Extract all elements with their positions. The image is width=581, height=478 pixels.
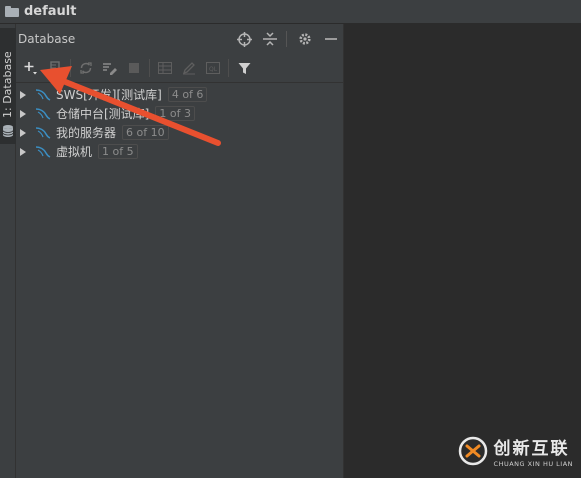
watermark-text: 创新互联 CHUANG XIN HU LIAN xyxy=(494,434,573,468)
schema-count-badge: 1 of 3 xyxy=(155,106,195,121)
database-panel: Database QL SWS[开发][测试库] 4 of 6 仓储中台[测试库… xyxy=(16,24,344,478)
watermark-en: CHUANG XIN HU LIAN xyxy=(493,460,573,468)
tool-window-strip: 1: Database xyxy=(0,24,16,478)
title-bar: default xyxy=(0,0,581,24)
gear-icon[interactable] xyxy=(297,31,313,47)
properties-icon[interactable] xyxy=(101,59,119,77)
stop-icon[interactable] xyxy=(125,59,143,77)
add-icon[interactable] xyxy=(22,59,40,77)
svg-text:QL: QL xyxy=(209,66,218,73)
filter-icon[interactable] xyxy=(235,59,253,77)
panel-header: Database xyxy=(16,24,343,54)
datasource-name: 仓储中台[测试库] xyxy=(56,107,150,121)
tree-node[interactable]: 我的服务器 6 of 10 xyxy=(16,123,343,142)
table-icon[interactable] xyxy=(156,59,174,77)
database-tool-tab[interactable]: 1: Database xyxy=(0,28,16,144)
schema-count-badge: 6 of 10 xyxy=(122,125,169,140)
database-tab-label: 1: Database xyxy=(1,51,14,118)
datasource-name: 虚拟机 xyxy=(56,145,93,159)
refresh-icon[interactable] xyxy=(77,59,95,77)
brand-logo-icon xyxy=(458,436,487,466)
watermark: 创新互联 CHUANG XIN HU LIAN xyxy=(458,434,573,468)
window-title: default xyxy=(24,4,77,19)
tree-node[interactable]: SWS[开发][测试库] 4 of 6 xyxy=(16,85,343,104)
mysql-icon xyxy=(35,107,51,120)
edit-icon[interactable] xyxy=(180,59,198,77)
duplicate-icon[interactable] xyxy=(46,59,64,77)
datasource-tree: SWS[开发][测试库] 4 of 6 仓储中台[测试库] 1 of 3 我的服… xyxy=(16,83,343,161)
tree-node[interactable]: 仓储中台[测试库] 1 of 3 xyxy=(16,104,343,123)
database-icon xyxy=(2,125,14,137)
folder-icon xyxy=(5,6,19,17)
expand-arrow-icon[interactable] xyxy=(20,128,26,137)
schema-count-badge: 1 of 5 xyxy=(98,144,138,159)
toolbar-separator xyxy=(70,59,71,77)
panel-header-actions xyxy=(226,31,339,47)
header-separator xyxy=(286,31,287,47)
minimize-icon[interactable] xyxy=(323,31,339,47)
panel-toolbar: QL xyxy=(16,54,343,83)
console-icon[interactable]: QL xyxy=(204,59,222,77)
crosshair-icon[interactable] xyxy=(236,31,252,47)
datasource-name: 我的服务器 xyxy=(56,126,117,140)
schema-count-badge: 4 of 6 xyxy=(167,87,208,102)
expand-arrow-icon[interactable] xyxy=(20,109,26,118)
expand-arrow-icon[interactable] xyxy=(20,147,26,156)
toolbar-separator xyxy=(149,59,150,77)
collapse-icon[interactable] xyxy=(262,31,278,47)
mysql-icon xyxy=(35,88,51,101)
mysql-icon xyxy=(35,126,51,139)
watermark-cn: 创新互联 xyxy=(493,439,570,459)
datasource-name: SWS[开发][测试库] xyxy=(56,88,162,102)
expand-arrow-icon[interactable] xyxy=(20,90,26,99)
mysql-icon xyxy=(35,145,51,158)
panel-title: Database xyxy=(18,32,76,46)
editor-area xyxy=(344,24,581,478)
toolbar-separator xyxy=(228,59,229,77)
tree-node[interactable]: 虚拟机 1 of 5 xyxy=(16,142,343,161)
